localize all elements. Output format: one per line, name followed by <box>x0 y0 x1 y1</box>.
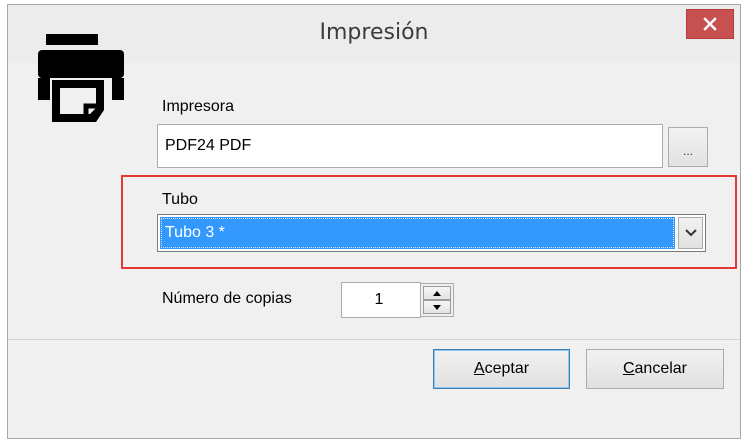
cancel-button[interactable]: Cancelar <box>586 349 724 389</box>
accept-button[interactable]: Aceptar <box>433 349 570 389</box>
accept-accelerator: A <box>473 360 485 377</box>
arrow-down-icon <box>433 304 441 310</box>
close-button[interactable] <box>686 9 734 39</box>
browse-printer-button[interactable]: ... <box>668 127 708 167</box>
copies-decrement-button[interactable] <box>423 300 451 314</box>
tube-selected-value: Tubo 3 * <box>160 217 675 249</box>
close-icon <box>703 17 717 31</box>
copies-field[interactable]: 1 <box>341 282 421 318</box>
tube-select[interactable]: Tubo 3 * <box>157 214 706 252</box>
copies-spinner <box>420 283 454 317</box>
cancel-accelerator: C <box>622 360 635 377</box>
printer-label: Impresora <box>162 98 235 115</box>
arrow-up-icon <box>433 290 441 296</box>
printer-icon <box>38 34 124 122</box>
copies-value: 1 <box>374 291 384 308</box>
tube-label: Tubo <box>162 191 198 208</box>
tube-dropdown-button[interactable] <box>678 217 703 249</box>
copies-label: Número de copias <box>162 290 292 307</box>
printer-field[interactable] <box>157 124 663 168</box>
copies-increment-button[interactable] <box>423 286 451 300</box>
accept-label: ceptar <box>484 360 530 377</box>
chevron-down-icon <box>684 229 697 237</box>
cancel-label: ancelar <box>634 360 688 377</box>
browse-button-label: ... <box>682 144 693 158</box>
